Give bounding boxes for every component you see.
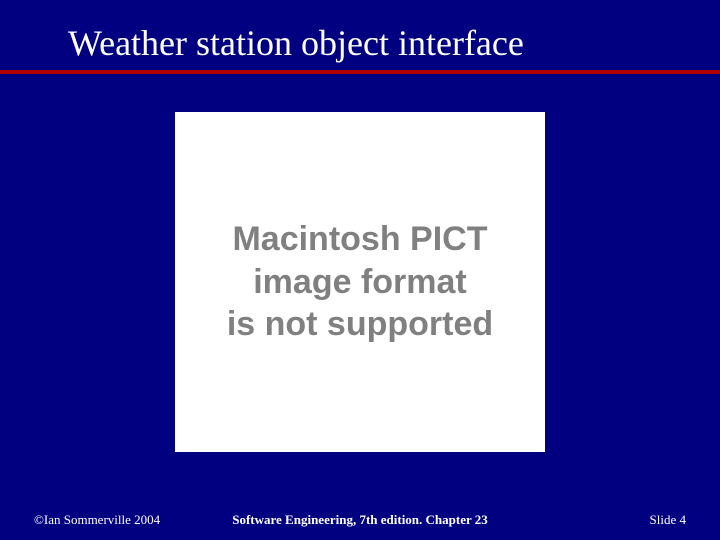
footer-slide-number: 4 — [680, 512, 687, 527]
pict-error-line: image format — [253, 263, 467, 301]
slide-title: Weather station object interface — [68, 22, 720, 64]
pict-error-message: Macintosh PICT image format is not suppo… — [227, 218, 493, 346]
pict-placeholder-box: Macintosh PICT image format is not suppo… — [175, 112, 545, 452]
content-area: Macintosh PICT image format is not suppo… — [0, 74, 720, 452]
footer-slide: Slide 4 — [650, 512, 686, 528]
pict-error-line: Macintosh PICT — [232, 220, 487, 258]
pict-error-line: is not supported — [227, 305, 493, 343]
footer-copyright: ©Ian Sommerville 2004 — [34, 512, 160, 528]
footer-slide-label: Slide — [650, 512, 677, 527]
title-area: Weather station object interface — [0, 0, 720, 70]
footer-center: Software Engineering, 7th edition. Chapt… — [232, 512, 488, 528]
